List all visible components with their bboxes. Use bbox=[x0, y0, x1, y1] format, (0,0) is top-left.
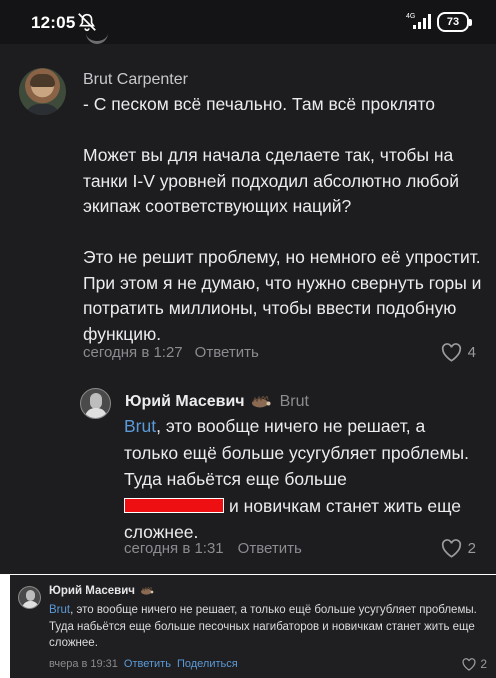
mobile-comments-screen: 12:05 4G 73 Brut Carpenter - С песком вс… bbox=[0, 0, 496, 574]
mention-link[interactable]: Brut bbox=[124, 416, 156, 436]
comment-meta: сегодня в 1:27 Ответить bbox=[83, 344, 259, 361]
like-count: 2 bbox=[480, 657, 487, 671]
comment-paragraph: - С песком всё печально. Там всё проклят… bbox=[83, 94, 436, 114]
avatar[interactable] bbox=[18, 586, 41, 609]
hedgehog-badge-icon bbox=[251, 396, 271, 408]
comment-text-part: , это вообще ничего не решает, а только … bbox=[49, 604, 477, 649]
comment-author[interactable]: Юрий Масевич bbox=[125, 393, 245, 411]
comment-text: Brut, это вообще ничего не решает, а тол… bbox=[124, 413, 484, 546]
comment-paragraph: Может вы для начала сделаете так, чтобы … bbox=[83, 145, 460, 216]
comment-text-part: , это вообще ничего не решает, а только … bbox=[124, 416, 469, 489]
status-bar: 12:05 4G 73 bbox=[0, 0, 496, 44]
like-button[interactable]: 2 bbox=[462, 657, 487, 671]
desktop-author-line: Юрий Масевич bbox=[49, 585, 154, 597]
signal-icon bbox=[413, 14, 431, 29]
comment-timestamp[interactable]: сегодня в 1:27 bbox=[83, 344, 183, 361]
heart-icon bbox=[441, 539, 461, 558]
comment-text: - С песком всё печально. Там всё проклят… bbox=[83, 92, 483, 347]
previous-avatar-edge bbox=[86, 32, 108, 44]
avatar[interactable] bbox=[80, 388, 111, 419]
comment-text: Brut, это вообще ничего не решает, а тол… bbox=[49, 602, 489, 652]
heart-icon bbox=[441, 343, 461, 362]
comment-timestamp[interactable]: сегодня в 1:31 bbox=[124, 540, 224, 557]
reply-button[interactable]: Ответить bbox=[238, 540, 302, 557]
mute-icon bbox=[78, 13, 96, 32]
reply-button[interactable]: Ответить bbox=[195, 344, 259, 361]
like-button[interactable]: 4 bbox=[441, 343, 476, 362]
like-count: 4 bbox=[467, 344, 476, 361]
mention-link[interactable]: Brut bbox=[49, 604, 70, 616]
desktop-comment: Юрий Масевич Brut, это вообще ничего не … bbox=[10, 575, 496, 678]
redaction-bar bbox=[124, 497, 224, 513]
comment-author[interactable]: Brut Carpenter bbox=[83, 71, 188, 89]
comment-timestamp[interactable]: вчера в 19:31 bbox=[49, 658, 118, 670]
comment-paragraph: Это не решит проблему, но немного её упр… bbox=[83, 247, 482, 344]
like-count: 2 bbox=[467, 540, 476, 557]
comment-author[interactable]: Юрий Масевич bbox=[49, 585, 135, 597]
reply-author-line: Юрий Масевич Brut bbox=[125, 393, 309, 411]
battery-indicator: 73 bbox=[437, 12, 472, 32]
reply-button[interactable]: Ответить bbox=[124, 658, 171, 670]
avatar[interactable] bbox=[19, 68, 66, 115]
comment-meta: сегодня в 1:31 Ответить bbox=[124, 540, 302, 557]
like-button[interactable]: 2 bbox=[441, 539, 476, 558]
status-time: 12:05 bbox=[31, 13, 76, 32]
comment-meta: вчера в 19:31 Ответить Поделиться bbox=[49, 658, 238, 670]
reply-to-name[interactable]: Brut bbox=[280, 393, 309, 411]
share-button[interactable]: Поделиться bbox=[177, 658, 238, 670]
hedgehog-badge-icon bbox=[140, 587, 154, 595]
heart-icon bbox=[462, 657, 476, 671]
